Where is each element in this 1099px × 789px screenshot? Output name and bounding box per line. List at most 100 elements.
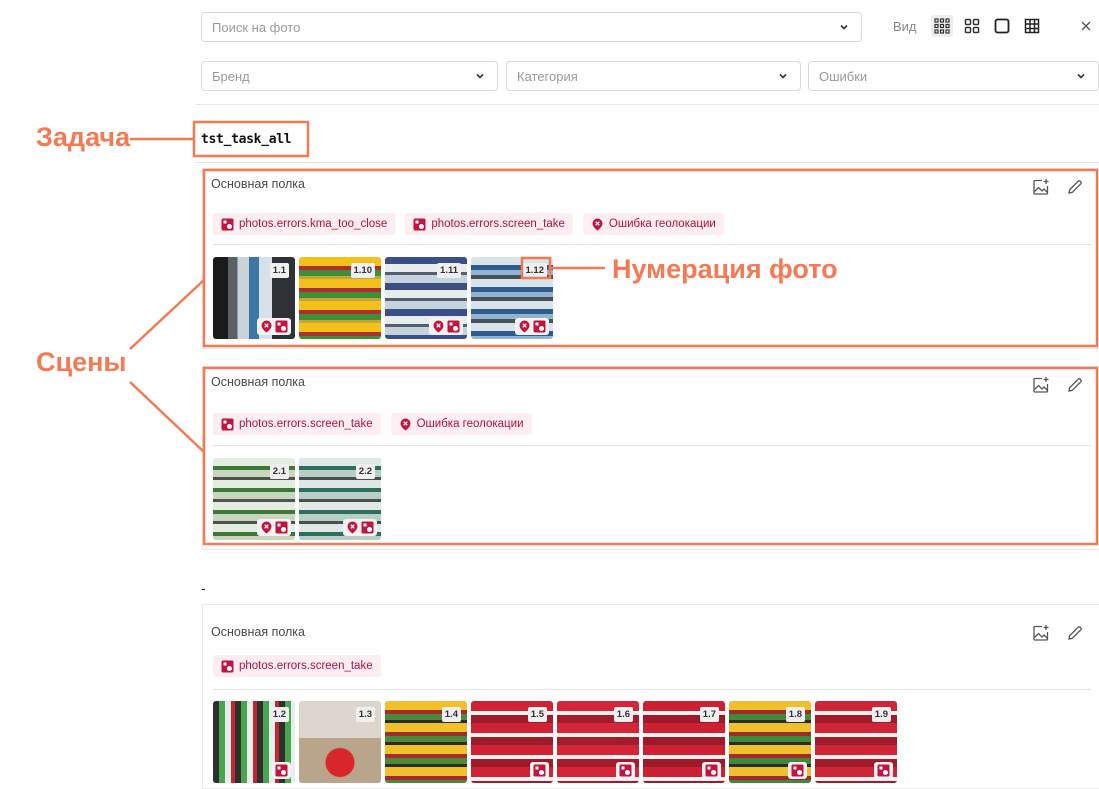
photo-thumbnail[interactable]: 1.10 — [299, 257, 381, 339]
edit-scene-button[interactable] — [1065, 177, 1085, 197]
single-icon — [994, 18, 1010, 34]
error-tag-label: Ошибка геолокации — [608, 218, 716, 230]
view-grid-small-button[interactable] — [931, 15, 953, 37]
close-button[interactable] — [1077, 17, 1095, 35]
pencil-icon — [1068, 180, 1082, 194]
error-tag: photos.errors.screen_take — [213, 413, 381, 435]
photo-number: 1.4 — [441, 707, 461, 722]
errors-placeholder: Ошибки — [819, 68, 868, 84]
photo-thumbnail[interactable]: 1.3 — [299, 701, 381, 783]
photo-thumbnail[interactable]: 1.1 — [213, 257, 295, 339]
photo-error-icon — [413, 218, 426, 231]
photo-error-icon — [705, 764, 718, 777]
photo-number: 2.1 — [269, 464, 289, 479]
errors-select[interactable]: Ошибки — [808, 61, 1099, 91]
photo-thumbnail[interactable]: 1.12 — [471, 257, 553, 339]
error-tag: photos.errors.screen_take — [213, 655, 381, 677]
edit-scene-button[interactable] — [1065, 375, 1085, 395]
photo-error-icon — [221, 660, 234, 673]
scene-title: Основная полка — [211, 177, 306, 191]
add-photo-button[interactable] — [1031, 177, 1051, 197]
scene-divider — [213, 244, 1091, 245]
photo-thumbnail[interactable]: 1.11 — [385, 257, 467, 339]
edit-scene-button[interactable] — [1065, 623, 1085, 643]
photo-error-icon — [533, 764, 546, 777]
add-photo-button[interactable] — [1031, 623, 1051, 643]
photo-error-icon — [275, 320, 288, 333]
scene-divider — [213, 689, 1091, 690]
unassigned-group-label: - — [201, 580, 206, 596]
category-select[interactable]: Категория — [506, 61, 801, 91]
photo-error-icon — [221, 418, 234, 431]
category-placeholder: Категория — [517, 68, 578, 84]
view-table-button[interactable] — [1021, 15, 1043, 37]
photo-number: 1.11 — [437, 263, 461, 278]
geo-error-icon — [518, 320, 531, 333]
photo-error-icon — [791, 764, 804, 777]
scene-divider — [213, 445, 1091, 446]
task-title: tst_task_all — [201, 132, 292, 147]
photo-error-icon — [275, 521, 288, 534]
scene-card: Основная полка photos.errors.screen_take… — [202, 366, 1099, 550]
geo-error-icon — [399, 418, 412, 431]
scenes-pointer-line — [129, 381, 205, 453]
search-input[interactable]: Поиск на фото — [201, 12, 862, 42]
geo-error-icon — [260, 521, 273, 534]
pencil-icon — [1068, 626, 1082, 640]
photo-number: 2.2 — [355, 464, 375, 479]
error-tag: photos.errors.kma_too_close — [213, 213, 396, 235]
grid-small-icon — [934, 18, 950, 34]
grid-medium-icon — [964, 18, 980, 34]
photo-error-icon — [221, 218, 234, 231]
geo-error-icon — [260, 320, 273, 333]
geo-error-icon — [591, 218, 604, 231]
view-grid-medium-button[interactable] — [961, 15, 983, 37]
photo-thumbnail[interactable]: 1.7 — [643, 701, 725, 783]
photo-thumbnail[interactable]: 1.5 — [471, 701, 553, 783]
task-divider — [196, 162, 1099, 163]
chevron-down-icon — [473, 69, 487, 83]
photo-error-icon — [619, 764, 632, 777]
photo-number: 1.9 — [871, 707, 891, 722]
scene-title: Основная полка — [211, 375, 306, 389]
error-tag-label: Ошибка геолокации — [416, 418, 524, 430]
photo-thumbnail-selected[interactable]: 2.2 — [299, 458, 381, 540]
photo-error-icon — [877, 764, 890, 777]
annotation-numbering-label: Нумерация фото — [612, 254, 838, 284]
photo-number: 1.8 — [785, 707, 805, 722]
photo-thumbnail[interactable]: 1.6 — [557, 701, 639, 783]
table-icon — [1024, 18, 1040, 34]
photo-error-icon — [533, 320, 546, 333]
photo-number: 1.2 — [269, 707, 289, 722]
photo-thumbnail[interactable]: 1.8 — [729, 701, 811, 783]
photo-number: 1.3 — [355, 707, 375, 722]
scene-title: Основная полка — [211, 625, 306, 639]
error-tag: Ошибка геолокации — [582, 213, 724, 235]
geo-error-icon — [346, 521, 359, 534]
add-image-icon — [1033, 179, 1049, 195]
photo-thumbnail[interactable]: 1.9 — [815, 701, 897, 783]
view-label: Вид — [893, 19, 917, 34]
add-image-icon — [1033, 625, 1049, 641]
photo-error-icon — [361, 521, 374, 534]
brand-select[interactable]: Бренд — [201, 61, 498, 91]
photo-number: 1.10 — [350, 263, 375, 278]
photo-thumbnail[interactable]: 1.4 — [385, 701, 467, 783]
pencil-icon — [1068, 378, 1082, 392]
photo-thumbnail[interactable]: 2.1 — [213, 458, 295, 540]
scenes-pointer-line — [129, 279, 205, 350]
view-single-button[interactable] — [991, 15, 1013, 37]
photo-number: 1.6 — [613, 707, 633, 722]
brand-placeholder: Бренд — [212, 68, 250, 84]
photo-error-icon — [275, 764, 288, 777]
photo-thumbnail[interactable]: 1.2 — [213, 701, 295, 783]
photo-error-icon — [447, 320, 460, 333]
add-photo-button[interactable] — [1031, 375, 1051, 395]
chevron-down-icon[interactable] — [837, 20, 851, 34]
error-tag-label: photos.errors.kma_too_close — [239, 218, 388, 230]
error-tag-label: photos.errors.screen_take — [239, 660, 373, 672]
annotation-task-label: Задача — [36, 122, 131, 152]
filter-divider — [196, 104, 1099, 105]
photo-number: 1.5 — [527, 707, 547, 722]
chevron-down-icon — [776, 69, 790, 83]
